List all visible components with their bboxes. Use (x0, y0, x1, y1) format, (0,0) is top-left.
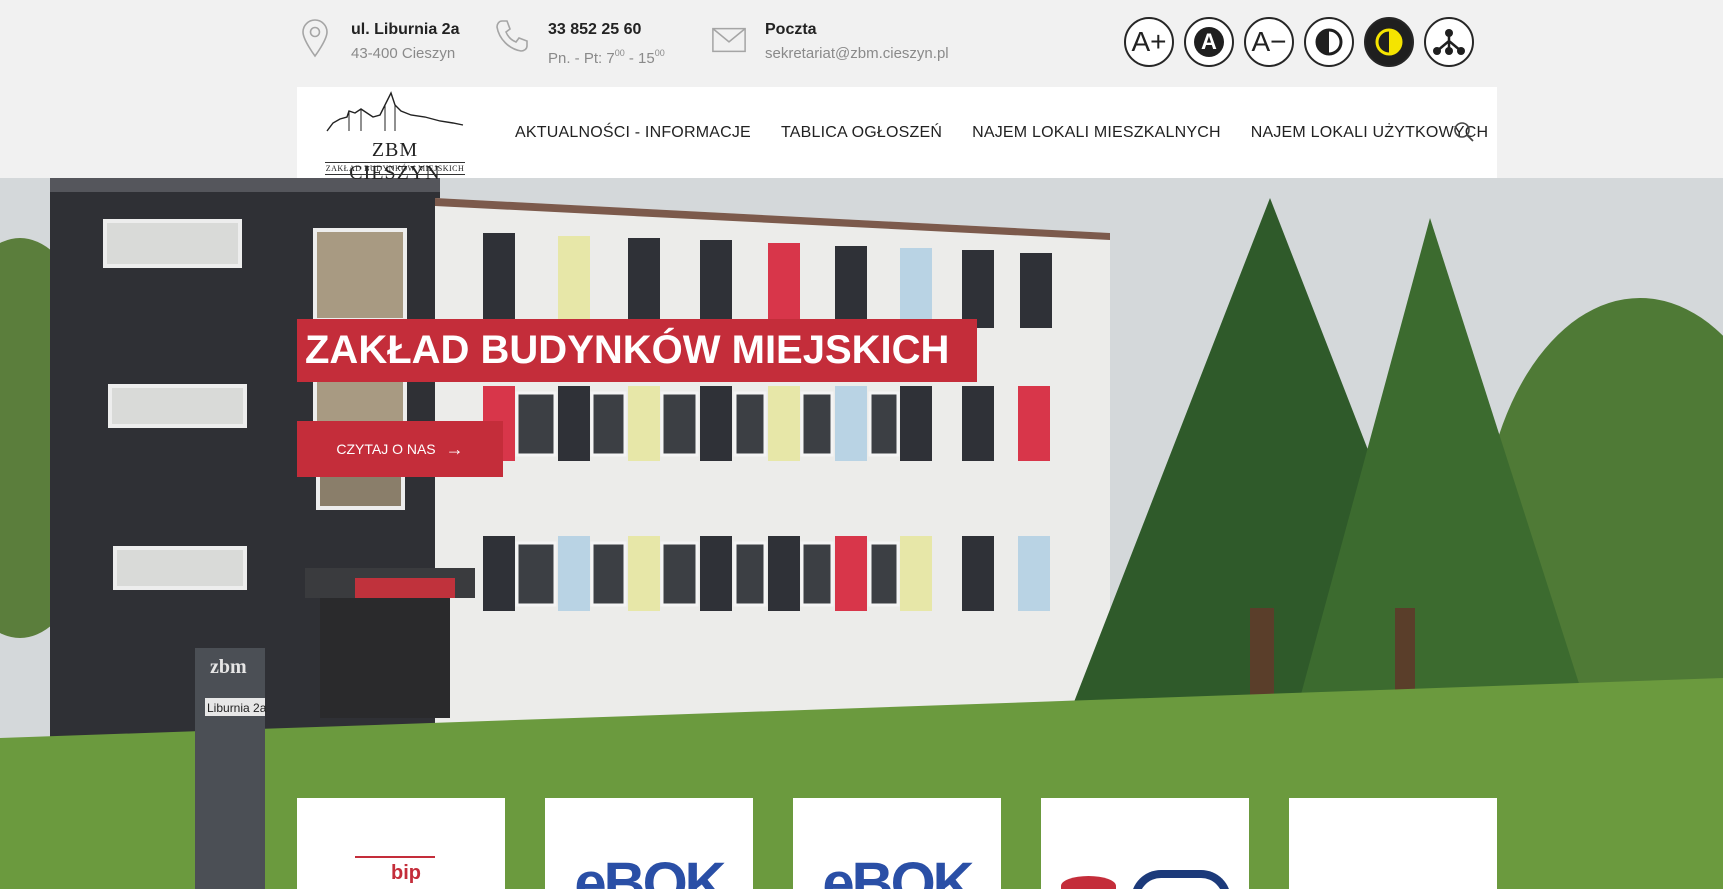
hero-banner: zbm Liburnia 2a ZAKŁAD BUDYNKÓW MIEJSKIC… (0, 178, 1723, 889)
contrast-button[interactable] (1304, 17, 1354, 67)
bip-label: bip (391, 862, 421, 884)
font-default-button[interactable]: A (1184, 17, 1234, 67)
mail-info: Poczta sekretariat@zbm.cieszyn.pl (711, 18, 949, 66)
ebok-label-1: eBOK (574, 851, 726, 889)
logo-subtitle: ZAKŁAD BUDYNKÓW MIEJSKICH (325, 162, 465, 175)
font-decrease-button[interactable]: A− (1244, 17, 1294, 67)
ebok-tile-1[interactable]: eBOK (545, 798, 753, 889)
sitemap-icon (1433, 29, 1465, 55)
address-street: ul. Liburnia 2a (351, 21, 460, 38)
main-header: ZBM CIESZYN ZAKŁAD BUDYNKÓW MIEJSKICH AK… (297, 87, 1497, 184)
phone-info: 33 852 25 60 Pn. - Pt: 700 - 1500 (494, 18, 665, 71)
location-pin-icon (297, 18, 333, 58)
office-hours: Pn. - Pt: 700 - 1500 (548, 48, 665, 67)
ebok-label-2: eBOK (822, 851, 974, 889)
search-button[interactable] (1453, 121, 1475, 143)
hero-title: ZAKŁAD BUDYNKÓW MIEJSKICH (297, 319, 978, 382)
font-increase-button[interactable]: A+ (1124, 17, 1174, 67)
top-info-bar: ul. Liburnia 2a 43-400 Cieszyn 33 852 25… (0, 0, 1723, 87)
envelope-icon (711, 18, 747, 58)
nav-item-notice-board[interactable]: TABLICA OGŁOSZEŃ (781, 124, 942, 142)
site-logo[interactable]: ZBM CIESZYN ZAKŁAD BUDYNKÓW MIEJSKICH (325, 91, 465, 184)
bip-tile[interactable]: bip (297, 798, 505, 889)
nav-item-news[interactable]: AKTUALNOŚCI - INFORMACJE (515, 124, 751, 142)
empty-tile[interactable] (1289, 798, 1497, 889)
quick-links: bip eBOK eBOK (297, 798, 1497, 889)
read-about-us-button[interactable]: CZYTAJ O NAS → (297, 421, 503, 477)
sitemap-button[interactable] (1424, 17, 1474, 67)
yellow-contrast-button[interactable] (1364, 17, 1414, 67)
building-photo: zbm Liburnia 2a (0, 178, 1723, 889)
town-skyline-icon (326, 91, 464, 132)
mail-label: Poczta (765, 21, 817, 38)
address-city: 43-400 Cieszyn (351, 45, 456, 62)
search-icon (1454, 122, 1474, 142)
partner-tile[interactable] (1041, 798, 1249, 889)
sign-address: Liburnia 2a (207, 701, 267, 715)
main-nav: AKTUALNOŚCI - INFORMACJE TABLICA OGŁOSZE… (515, 87, 1518, 178)
address-info: ul. Liburnia 2a 43-400 Cieszyn (297, 18, 459, 66)
arrow-right-icon: → (445, 438, 464, 459)
mail-address[interactable]: sekretariat@zbm.cieszyn.pl (765, 42, 949, 66)
phone-number[interactable]: 33 852 25 60 (548, 18, 665, 42)
cta-label: CZYTAJ O NAS (336, 441, 436, 457)
phone-icon (494, 18, 530, 58)
accessibility-toolbar: A+ A A− (1124, 17, 1474, 67)
sign-brand: zbm (210, 656, 247, 678)
contrast-icon (1315, 28, 1343, 56)
ebok-tile-2[interactable]: eBOK (793, 798, 1001, 889)
nav-item-residential-rental[interactable]: NAJEM LOKALI MIESZKALNYCH (972, 124, 1221, 142)
yellow-contrast-icon (1375, 28, 1403, 56)
